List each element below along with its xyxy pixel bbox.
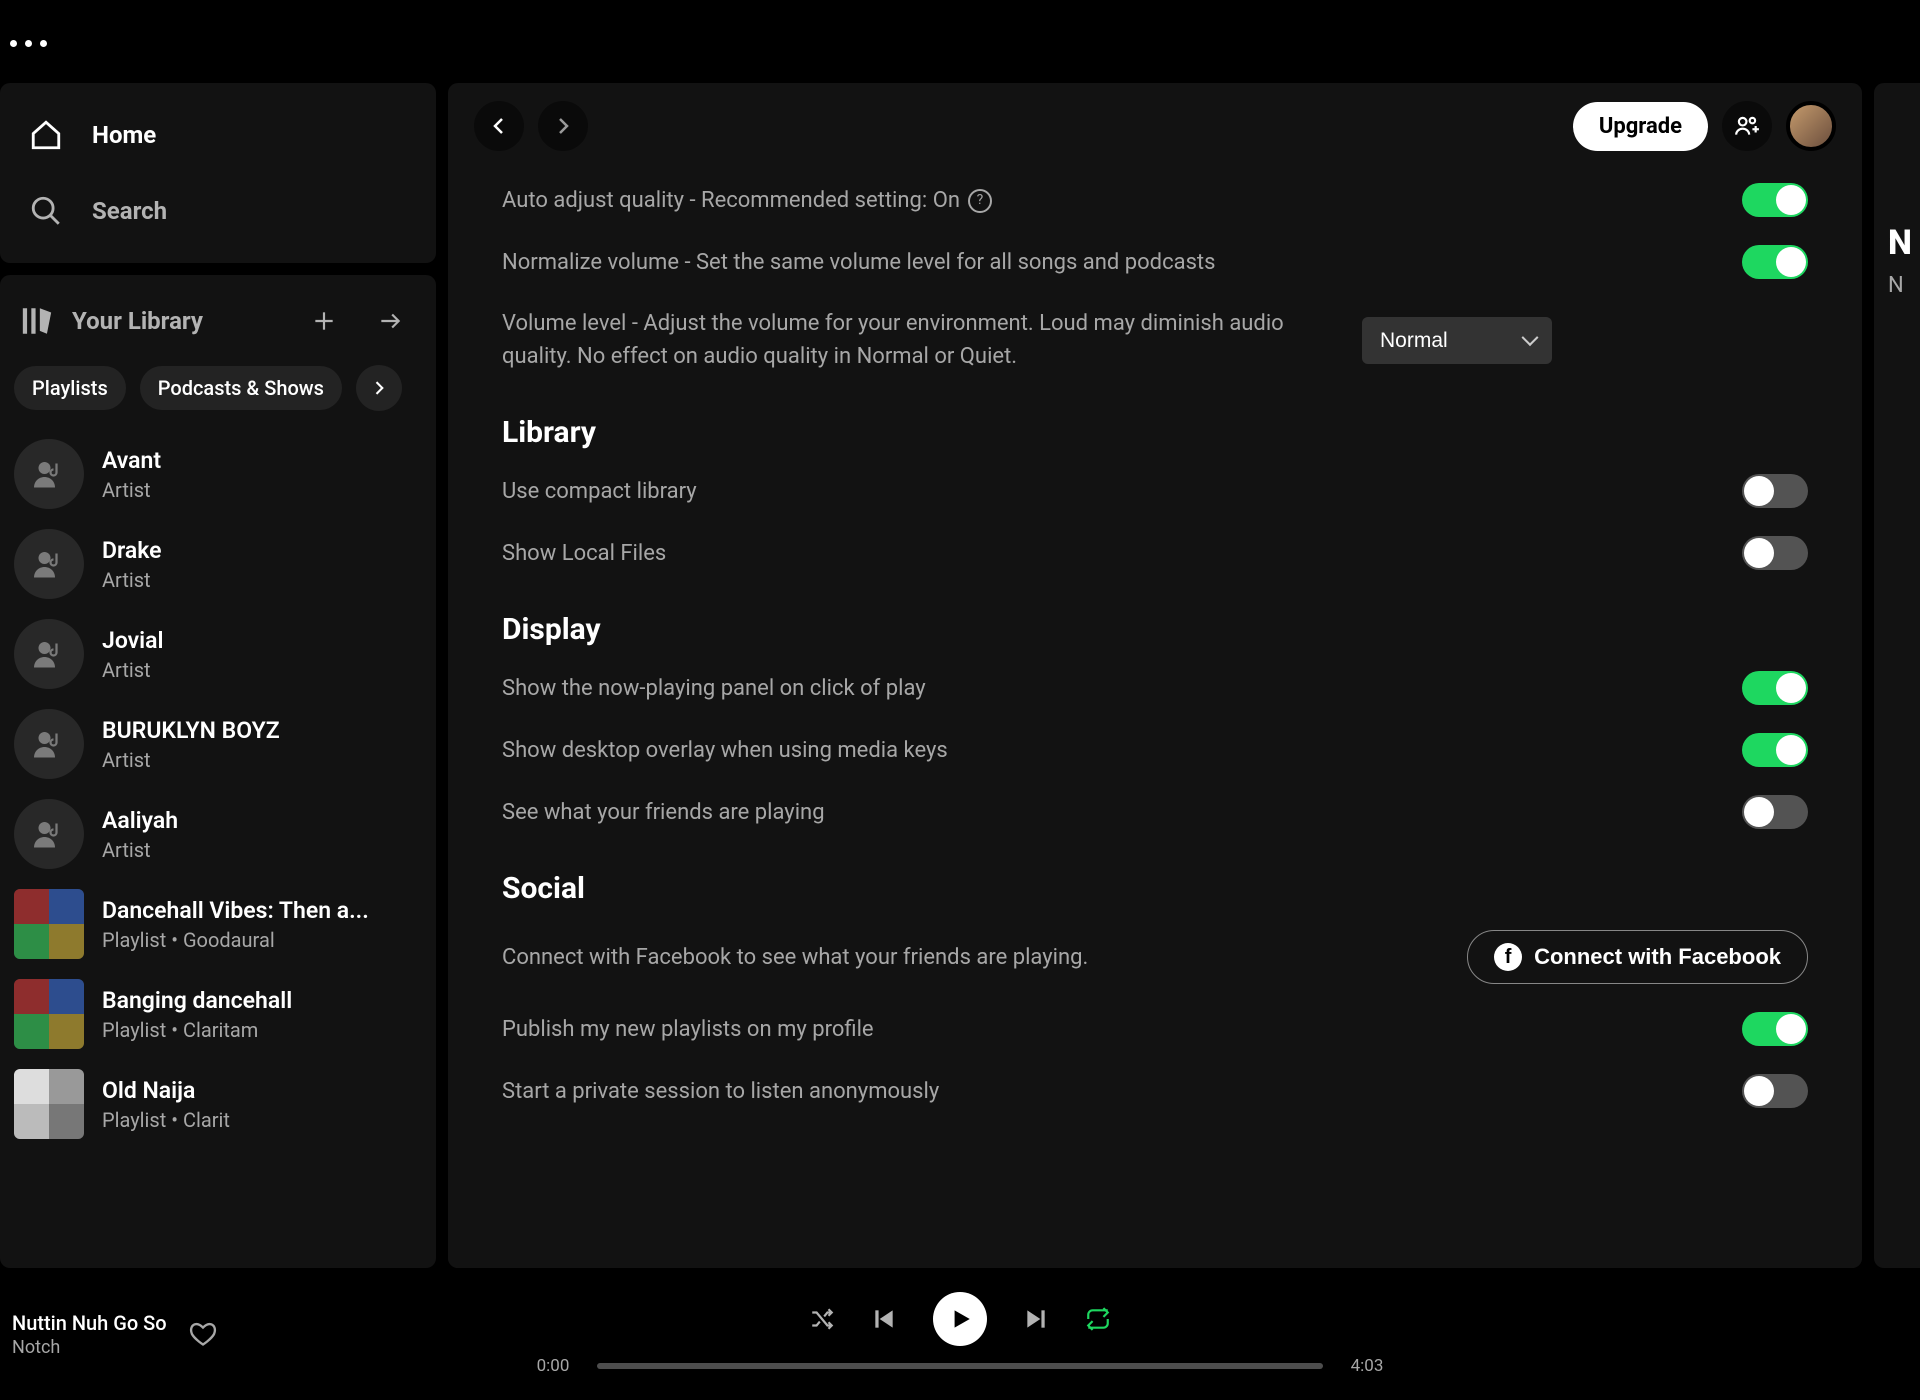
player-bar: Nuttin Nuh Go So Notch [0,1268,1920,1400]
now-playing-track[interactable]: Nuttin Nuh Go So [12,1311,167,1335]
right-panel-partial: N N [1874,83,1920,1268]
nav-search-label: Search [92,197,167,225]
filter-chips-more[interactable] [356,365,402,411]
next-button[interactable] [1023,1306,1049,1332]
progress-bar[interactable] [597,1363,1323,1369]
setting-label: Connect with Facebook to see what your f… [502,941,1437,974]
setting-label: Auto adjust quality - Recommended settin… [502,184,1712,217]
nav-panel: Home Search [0,83,436,263]
artist-avatar [14,619,84,689]
library-item[interactable]: AvantArtist [0,429,436,519]
nav-forward-button[interactable] [538,101,588,151]
setting-label: See what your friends are playing [502,796,1712,829]
library-item[interactable]: Banging dancehallPlaylist • Claritam [0,969,436,1059]
toggle-nowplaying-panel[interactable] [1742,671,1808,705]
filter-chip-playlists[interactable]: Playlists [14,366,126,410]
window-traffic-lights [0,0,1920,83]
library-item[interactable]: Dancehall Vibes: Then a...Playlist • Goo… [0,879,436,969]
section-heading-social: Social [502,871,1808,906]
library-item[interactable]: AaliyahArtist [0,789,436,879]
artist-avatar [14,709,84,779]
artist-avatar [14,439,84,509]
section-heading-library: Library [502,415,1808,450]
nav-home[interactable]: Home [20,97,416,173]
toggle-normalize[interactable] [1742,245,1808,279]
facebook-icon: f [1494,943,1522,971]
setting-label: Show desktop overlay when using media ke… [502,734,1712,767]
time-elapsed: 0:00 [525,1356,581,1376]
library-expand-button[interactable] [366,297,414,345]
playlist-cover [14,889,84,959]
section-heading-display: Display [502,612,1808,647]
upgrade-button[interactable]: Upgrade [1573,102,1708,151]
library-item[interactable]: BURUKLYN BOYZArtist [0,699,436,789]
volume-level-select[interactable]: Normal [1362,317,1552,364]
main-view: Upgrade Auto adjust quality - Recommende… [448,83,1862,1268]
library-add-button[interactable] [300,297,348,345]
help-icon[interactable]: ? [968,189,992,213]
artist-avatar [14,529,84,599]
filter-chip-podcasts[interactable]: Podcasts & Shows [140,366,342,410]
setting-label: Show Local Files [502,537,1712,570]
nav-search[interactable]: Search [20,173,416,249]
toggle-auto-adjust[interactable] [1742,183,1808,217]
time-total: 4:03 [1339,1356,1395,1376]
setting-label: Normalize volume - Set the same volume l… [502,246,1712,279]
home-icon [28,117,64,153]
library-item[interactable]: Old NaijaPlaylist • Clarit [0,1059,436,1149]
toggle-friends-playing[interactable] [1742,795,1808,829]
previous-button[interactable] [871,1306,897,1332]
toggle-local-files[interactable] [1742,536,1808,570]
toggle-compact-library[interactable] [1742,474,1808,508]
connect-facebook-button[interactable]: f Connect with Facebook [1467,930,1808,984]
play-button[interactable] [933,1292,987,1346]
like-button[interactable] [189,1320,217,1348]
shuffle-button[interactable] [809,1306,835,1332]
setting-label: Volume level - Adjust the volume for you… [502,307,1332,373]
setting-label: Use compact library [502,475,1712,508]
nav-home-label: Home [92,121,156,149]
setting-label: Show the now-playing panel on click of p… [502,672,1712,705]
now-playing-artist[interactable]: Notch [12,1337,167,1358]
setting-label: Start a private session to listen anonym… [502,1075,1712,1108]
playlist-cover [14,979,84,1049]
profile-button[interactable] [1786,101,1836,151]
friend-activity-button[interactable] [1722,101,1772,151]
nav-back-button[interactable] [474,101,524,151]
repeat-button[interactable] [1085,1306,1111,1332]
library-icon [20,304,54,338]
toggle-private-session[interactable] [1742,1074,1808,1108]
setting-label: Publish my new playlists on my profile [502,1013,1712,1046]
library-header-button[interactable]: Your Library [20,304,282,338]
library-panel: Your Library Playlists Podcasts & Shows [0,275,436,1268]
search-icon [28,193,64,229]
library-title: Your Library [72,307,203,335]
toggle-publish-playlists[interactable] [1742,1012,1808,1046]
library-list: AvantArtist DrakeArtist JovialArtist BUR… [0,429,436,1268]
playlist-cover [14,1069,84,1139]
artist-avatar [14,799,84,869]
toggle-desktop-overlay[interactable] [1742,733,1808,767]
library-item[interactable]: DrakeArtist [0,519,436,609]
library-item[interactable]: JovialArtist [0,609,436,699]
